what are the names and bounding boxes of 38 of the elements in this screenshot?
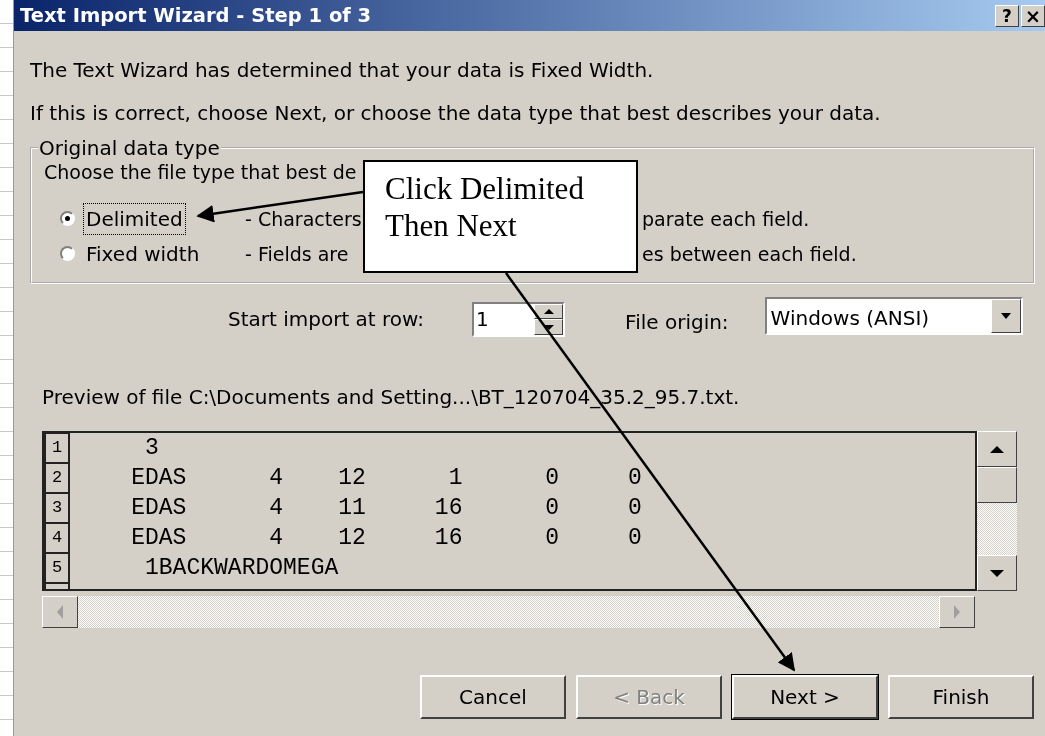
preview-row-text: 3 — [144, 433, 159, 463]
row-number: 1 — [44, 433, 70, 463]
file-origin-label: File origin: — [625, 311, 729, 333]
radio-button[interactable] — [60, 211, 75, 226]
option-description: parate each field. — [642, 207, 810, 230]
scroll-down-icon[interactable] — [989, 568, 1005, 578]
preview-row-text: EDAS 4 12 1 0 0 — [130, 463, 642, 493]
dropdown-arrow-icon[interactable] — [998, 311, 1013, 321]
row-number: 4 — [44, 523, 70, 553]
intro-text: If this is correct, choose Next, or choose the data type that best describes your data. — [30, 102, 882, 124]
close-button[interactable]: × — [1021, 4, 1045, 27]
wizard-button[interactable]: Finish — [888, 675, 1034, 719]
row-number: 2 — [44, 463, 70, 493]
scroll-up-icon[interactable] — [989, 444, 1005, 454]
wizard-button[interactable]: Next > — [732, 675, 878, 719]
radio-label[interactable]: Fixed width — [83, 237, 203, 270]
preview-row-text: EDAS 4 11 16 0 0 — [130, 493, 642, 523]
window-title: Text Import Wizard - Step 1 of 3 — [20, 2, 373, 29]
file-origin-dropdown[interactable]: Windows (ANSI) — [764, 297, 1023, 335]
callout-box: Click Delimited Then Next — [363, 160, 638, 273]
option-description: - Characters — [245, 207, 362, 230]
vertical-scrollbar[interactable] — [977, 431, 1017, 591]
wizard-button[interactable]: Cancel — [420, 675, 566, 719]
prompt-text: Choose the file type that best de — [44, 161, 358, 183]
option-description: - Fields are — [245, 242, 349, 265]
option-description: es between each field. — [642, 242, 857, 265]
help-button[interactable]: ? — [995, 4, 1019, 27]
preview-row-text: EDAS 4 12 16 0 0 — [130, 523, 642, 553]
preview-row-text: 1BACKWARDOMEGA — [144, 553, 339, 583]
intro-text: The Text Wizard has determined that your data is Fixed Width. — [30, 59, 655, 81]
start-row-label: Start import at row: — [228, 308, 425, 330]
row-spinner[interactable]: 1 — [472, 301, 566, 337]
row-number: 5 — [44, 553, 70, 583]
row-number: 3 — [44, 493, 70, 523]
radio-button[interactable] — [60, 246, 75, 261]
scroll-thumb[interactable] — [977, 467, 1017, 503]
radio-label[interactable]: Delimited — [83, 202, 186, 235]
group-title: Original data type — [38, 137, 221, 159]
